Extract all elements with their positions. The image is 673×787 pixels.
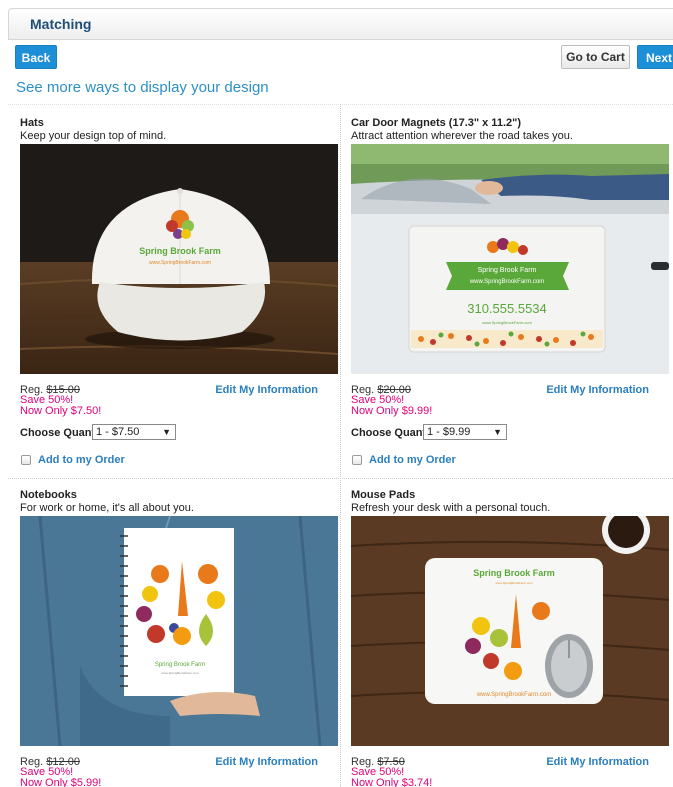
next-button[interactable]: Next <box>637 45 673 69</box>
product-photo-mouse-pad: Spring Brook Farm www.SpringBrookFarm.co… <box>351 516 669 746</box>
edit-information-link[interactable]: Edit My Information <box>215 756 318 768</box>
page-title: Matching <box>30 16 92 32</box>
add-to-order-label[interactable]: Add to my Order <box>369 454 456 466</box>
edit-information-link[interactable]: Edit My Information <box>546 756 649 768</box>
product-photo-hat: Spring Brook Farm www.SpringBrookFarm.co… <box>20 144 338 374</box>
sale-price: Now Only $5.99! <box>20 777 102 787</box>
dropdown-arrow-icon: ▼ <box>493 427 502 437</box>
add-to-order-checkbox[interactable] <box>21 455 31 465</box>
quantity-value: 1 - $7.50 <box>96 426 140 438</box>
sale-price: Now Only $9.99! <box>351 405 433 417</box>
product-card-hats: Hats Keep your design top of mind. Sprin… <box>20 117 338 477</box>
divider <box>340 104 341 787</box>
photo-text: 310.555.5534 <box>467 301 547 316</box>
add-to-order-label[interactable]: Add to my Order <box>38 454 125 466</box>
product-photo-car-magnet: Spring Brook Farm www.SpringBrookFarm.co… <box>351 144 669 374</box>
photo-text: www.SpringBrookFarm.com <box>482 320 532 325</box>
photo-text: Spring Brook Farm <box>478 267 537 274</box>
product-tagline: Keep your design top of mind. <box>20 130 167 142</box>
quantity-select[interactable]: 1 - $9.99 ▼ <box>423 424 507 440</box>
photo-text: www.SpringBrookFarm.com <box>161 671 199 675</box>
add-to-order-checkbox[interactable] <box>352 455 362 465</box>
quantity-value: 1 - $9.99 <box>427 426 471 438</box>
go-to-cart-button[interactable]: Go to Cart <box>561 45 630 69</box>
section-subheading: See more ways to display your design <box>16 79 269 96</box>
dropdown-arrow-icon: ▼ <box>162 427 171 437</box>
product-card-notebooks: Notebooks For work or home, it's all abo… <box>20 489 338 787</box>
product-tagline: Attract attention wherever the road take… <box>351 130 573 142</box>
product-tagline: For work or home, it's all about you. <box>20 502 194 514</box>
product-name: Mouse Pads <box>351 489 416 501</box>
product-card-car-magnets: Car Door Magnets (17.3" x 11.2") Attract… <box>351 117 669 477</box>
divider <box>8 478 673 479</box>
page-header: Matching <box>8 8 673 40</box>
sale-price: Now Only $3.74! <box>351 777 433 787</box>
sale-price: Now Only $7.50! <box>20 405 102 417</box>
back-button[interactable]: Back <box>15 45 57 69</box>
photo-text: Spring Brook Farm <box>473 568 555 578</box>
photo-text: www.SpringBrookFarm.com <box>469 279 544 285</box>
photo-text: www.SpringBrookFarm.com <box>149 260 211 266</box>
product-name: Hats <box>20 117 44 129</box>
photo-text: Spring Brook Farm <box>139 246 221 256</box>
photo-text: Spring Brook Farm <box>155 662 205 668</box>
product-card-mouse-pads: Mouse Pads Refresh your desk with a pers… <box>351 489 669 787</box>
photo-text: www.SpringBrookFarm.com <box>476 692 551 698</box>
product-name: Notebooks <box>20 489 77 501</box>
photo-text: www.SpringBrookFarm.com <box>495 581 533 585</box>
quantity-select[interactable]: 1 - $7.50 ▼ <box>92 424 176 440</box>
edit-information-link[interactable]: Edit My Information <box>215 384 318 396</box>
product-tagline: Refresh your desk with a personal touch. <box>351 502 551 514</box>
product-photo-notebook: Spring Brook Farm www.SpringBrookFarm.co… <box>20 516 338 746</box>
edit-information-link[interactable]: Edit My Information <box>546 384 649 396</box>
product-name: Car Door Magnets (17.3" x 11.2") <box>351 117 521 129</box>
